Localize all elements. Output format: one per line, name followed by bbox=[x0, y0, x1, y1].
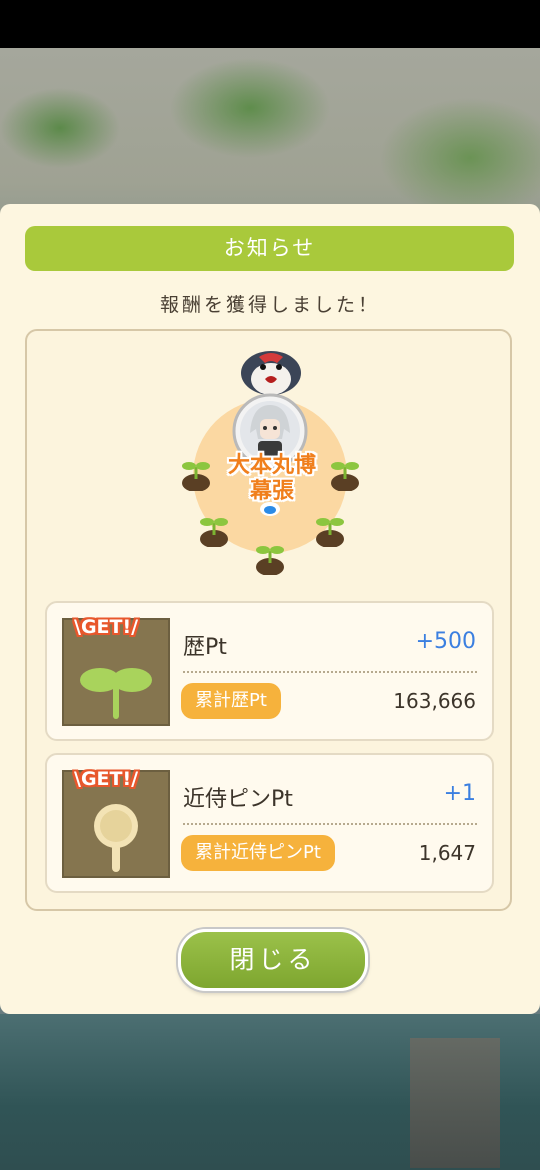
total-label-pill: 累計近侍ピンPt bbox=[181, 835, 335, 871]
spot-name-line1: 大本丸博 bbox=[227, 453, 316, 478]
total-label-pill: 累計歴Pt bbox=[181, 683, 281, 719]
pin-icon bbox=[94, 804, 138, 872]
reward-card-pinpt: \GET!/ 近侍ピンPt +1 累計近侍ピンPt 1,647 bbox=[45, 753, 494, 893]
spot-name: 大本丸博 幕張 bbox=[177, 453, 367, 505]
divider bbox=[183, 823, 477, 825]
spot-name-line2: 幕張 bbox=[249, 479, 294, 504]
reward-gain: +500 bbox=[415, 629, 476, 654]
reward-gain: +1 bbox=[443, 781, 476, 806]
dialog-subtitle: 報酬を獲得しました！ bbox=[159, 294, 380, 316]
sprout-icon bbox=[200, 518, 228, 547]
notice-dialog: お知らせ 報酬を獲得しました！ 大本丸博 幕張 \GET!/ 歴Pt +500 … bbox=[0, 204, 540, 1014]
close-button[interactable]: 閉じる bbox=[178, 929, 368, 991]
total-value: 163,666 bbox=[393, 689, 476, 713]
bird-mascot-icon bbox=[241, 351, 301, 395]
reward-panel: 大本丸博 幕張 \GET!/ 歴Pt +500 累計歴Pt 163,666 \G… bbox=[25, 329, 512, 911]
get-badge: \GET!/ bbox=[74, 616, 139, 638]
divider bbox=[183, 671, 477, 673]
map-pier bbox=[410, 1038, 500, 1168]
reward-thumbnail: \GET!/ bbox=[62, 616, 170, 726]
status-bar bbox=[0, 0, 540, 48]
reward-card-rekipt: \GET!/ 歴Pt +500 累計歴Pt 163,666 bbox=[45, 601, 494, 741]
reward-name: 歴Pt bbox=[183, 635, 227, 660]
reward-name: 近侍ピンPt bbox=[183, 787, 293, 812]
sprout-icon bbox=[256, 546, 284, 575]
sprout-icon bbox=[80, 668, 152, 719]
get-badge: \GET!/ bbox=[74, 768, 139, 790]
reward-thumbnail: \GET!/ bbox=[62, 768, 170, 878]
dialog-title: お知らせ bbox=[25, 226, 514, 271]
sprout-icon bbox=[316, 518, 344, 547]
total-value: 1,647 bbox=[418, 841, 476, 865]
